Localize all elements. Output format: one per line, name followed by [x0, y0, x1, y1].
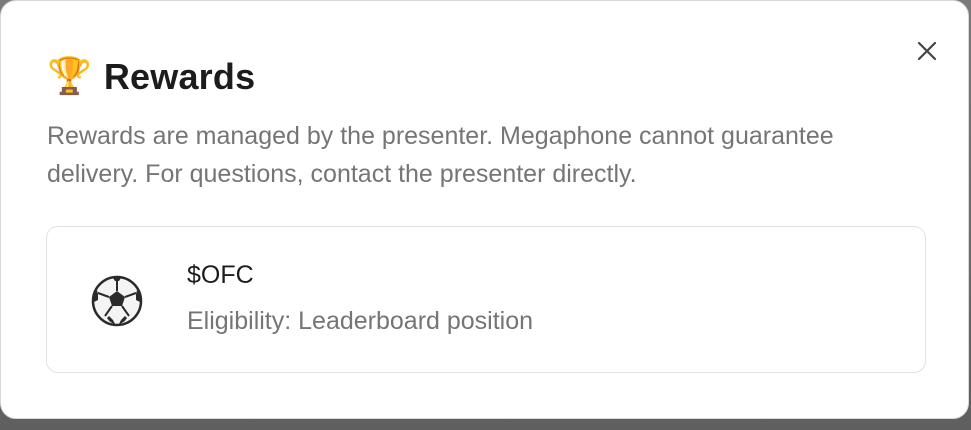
close-button[interactable]	[913, 37, 941, 65]
reward-eligibility: Eligibility: Leaderboard position	[187, 307, 534, 335]
modal-description: Rewards are managed by the presenter. Me…	[47, 122, 834, 188]
modal-header: 🏆 Rewards	[47, 53, 255, 101]
soccer-ball-icon	[91, 275, 143, 327]
modal-title: Rewards	[103, 56, 256, 97]
close-icon	[917, 41, 937, 61]
reward-card: $OFC Eligibility: Leaderboard position	[46, 226, 926, 373]
reward-name: $OFC	[187, 261, 254, 289]
rewards-modal: 🏆 Rewards Rewards are managed by the pre…	[0, 0, 969, 419]
trophy-icon: 🏆	[47, 56, 92, 97]
